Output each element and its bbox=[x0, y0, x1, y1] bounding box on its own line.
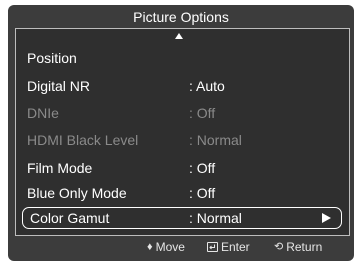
return-icon: ⟲ bbox=[274, 241, 284, 253]
menu-item-label: Blue Only Mode bbox=[27, 185, 127, 201]
menu-item-position[interactable]: Position bbox=[16, 46, 349, 70]
hint-move: ♦ Move bbox=[147, 240, 185, 254]
options-panel: Position Digital NR : Auto DNIe : Off HD… bbox=[15, 28, 350, 236]
hint-return: ⟲ Return bbox=[274, 240, 322, 254]
hint-move-label: Move bbox=[155, 240, 185, 254]
menu-item-value: : Off bbox=[189, 160, 216, 176]
menu-title: Picture Options bbox=[133, 8, 229, 25]
hint-enter-label: Enter bbox=[221, 240, 250, 254]
menu-item-film-mode[interactable]: Film Mode : Off bbox=[16, 156, 349, 180]
menu-item-label: Color Gamut bbox=[30, 210, 110, 226]
menu-item-value: : Off bbox=[189, 185, 216, 201]
move-icon: ♦ bbox=[147, 241, 153, 253]
enter-icon bbox=[207, 242, 218, 252]
menu-item-dnie: DNIe : Off bbox=[16, 101, 349, 125]
menu-item-value: : Normal bbox=[189, 210, 242, 226]
menu-item-label: Digital NR bbox=[27, 78, 91, 94]
picture-options-screen: Picture Options Position Digital NR : Au… bbox=[8, 5, 354, 261]
menu-item-label: Position bbox=[27, 50, 77, 66]
menu-item-hdmi-black-level: HDMI Black Level : Normal bbox=[16, 128, 349, 152]
scroll-up-icon[interactable] bbox=[175, 33, 183, 39]
menu-item-label: DNIe bbox=[27, 105, 59, 121]
menu-item-label: Film Mode bbox=[27, 160, 93, 176]
menu-item-color-gamut[interactable]: Color Gamut : Normal bbox=[16, 206, 349, 230]
menu-item-value: : Auto bbox=[189, 78, 225, 94]
menu-item-value: : Off bbox=[189, 105, 216, 121]
arrow-right-icon[interactable] bbox=[322, 213, 331, 223]
hint-enter: Enter bbox=[207, 240, 250, 254]
menu-item-blue-only-mode[interactable]: Blue Only Mode : Off bbox=[16, 181, 349, 205]
menu-item-label: HDMI Black Level bbox=[27, 132, 139, 148]
menu-item-value: : Normal bbox=[189, 132, 242, 148]
footer-hints: ♦ Move Enter ⟲ Return bbox=[8, 237, 354, 259]
menu-item-digital-nr[interactable]: Digital NR : Auto bbox=[16, 74, 349, 98]
hint-return-label: Return bbox=[286, 240, 323, 254]
